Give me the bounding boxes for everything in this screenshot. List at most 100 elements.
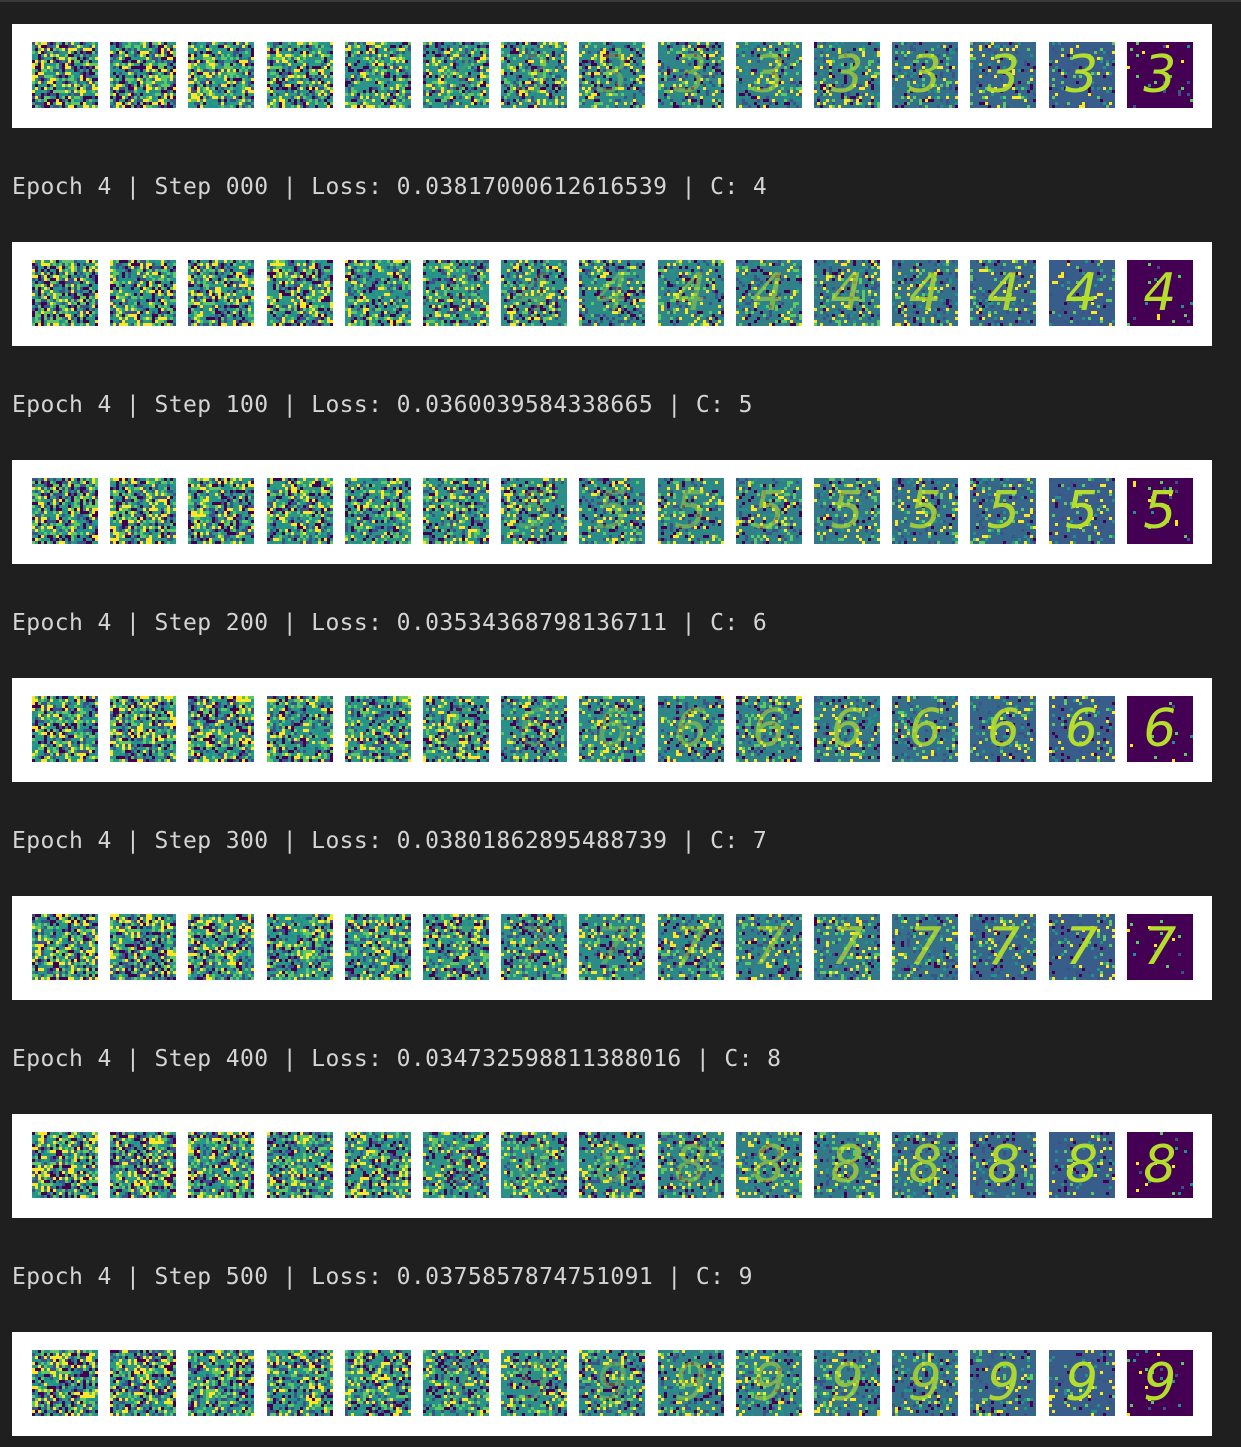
sample-frame: 7	[344, 914, 411, 980]
generated-digit: 3	[1049, 42, 1115, 108]
generated-digit: 4	[658, 260, 724, 326]
sample-frame: 9	[657, 1350, 724, 1416]
sample-frame: 6	[892, 696, 959, 762]
generated-digit: 6	[1049, 696, 1115, 762]
generated-digit: 7	[423, 914, 489, 980]
sample-frame: 9	[735, 1350, 802, 1416]
generated-digit: 6	[736, 696, 802, 762]
sample-frame: 6	[423, 696, 489, 762]
generated-digit: 3	[1127, 42, 1193, 108]
sample-frame: 6	[579, 696, 646, 762]
sample-frame: 8	[423, 1132, 489, 1198]
log-line-step-200: Epoch 4 | Step 200 | Loss: 0.03534368798…	[12, 608, 767, 638]
sample-frame: 5	[892, 478, 959, 544]
generated-digit: 3	[423, 42, 489, 108]
sample-frame: 4	[423, 260, 489, 326]
generated-digit: 5	[1049, 478, 1115, 544]
sample-frame: 3	[579, 42, 646, 108]
sample-frame: 4	[1126, 260, 1193, 326]
sample-strip-digit-8: 888888888888888	[12, 1114, 1212, 1218]
generated-digit: 9	[970, 1350, 1036, 1416]
sample-frame: 6	[1048, 696, 1115, 762]
generated-digit: 6	[814, 696, 880, 762]
sample-frame: 8	[110, 1132, 177, 1198]
sample-frame: 7	[735, 914, 802, 980]
sample-frame: 9	[579, 1350, 646, 1416]
sample-frame: 6	[814, 696, 880, 762]
generated-digit: 9	[736, 1350, 802, 1416]
generated-digit: 7	[501, 914, 567, 980]
sample-frame: 7	[188, 914, 255, 980]
generated-digit: 7	[1049, 914, 1115, 980]
generated-digit: 7	[1127, 914, 1193, 980]
sample-frame: 5	[579, 478, 646, 544]
generated-digit: 7	[736, 914, 802, 980]
generated-digit: 5	[892, 478, 958, 544]
generated-digit: 8	[579, 1132, 645, 1198]
sample-frame: 9	[266, 1350, 333, 1416]
sample-frame: 5	[344, 478, 411, 544]
generated-digit: 6	[423, 696, 489, 762]
sample-frame: 8	[970, 1132, 1037, 1198]
generated-digit: 9	[1049, 1350, 1115, 1416]
sample-frame: 6	[501, 696, 568, 762]
generated-digit: 6	[1127, 696, 1193, 762]
sample-frame: 3	[32, 42, 98, 108]
sample-frame: 9	[814, 1350, 880, 1416]
sample-frame: 6	[657, 696, 724, 762]
sample-frame: 4	[344, 260, 411, 326]
generated-digit: 9	[1127, 1350, 1193, 1416]
sample-frame: 7	[501, 914, 568, 980]
generated-digit: 3	[892, 42, 958, 108]
generated-digit: 4	[814, 260, 880, 326]
sample-frame: 4	[188, 260, 255, 326]
generated-digit: 3	[970, 42, 1036, 108]
sample-frame: 5	[970, 478, 1037, 544]
sample-frame: 7	[110, 914, 177, 980]
generated-digit: 5	[970, 478, 1036, 544]
log-line-step-100: Epoch 4 | Step 100 | Loss: 0.03600395843…	[12, 390, 753, 420]
generated-digit: 5	[501, 478, 567, 544]
sample-frame: 3	[188, 42, 255, 108]
generated-digit: 6	[658, 696, 724, 762]
sample-frame: 4	[266, 260, 333, 326]
generated-digit: 7	[579, 914, 645, 980]
sample-frame: 5	[1048, 478, 1115, 544]
generated-digit: 5	[814, 478, 880, 544]
generated-digit: 6	[579, 696, 645, 762]
generated-digit: 9	[501, 1350, 567, 1416]
sample-frame: 7	[970, 914, 1037, 980]
log-line-step-300: Epoch 4 | Step 300 | Loss: 0.03801862895…	[12, 826, 767, 856]
sample-frame: 8	[32, 1132, 98, 1198]
generated-digit: 3	[814, 42, 880, 108]
sample-frame: 4	[814, 260, 880, 326]
generated-digit: 4	[970, 260, 1036, 326]
generated-digit: 3	[658, 42, 724, 108]
generated-digit: 4	[1049, 260, 1115, 326]
generated-digit: 6	[892, 696, 958, 762]
sample-frame: 6	[110, 696, 177, 762]
generated-digit: 9	[423, 1350, 489, 1416]
sample-strip-digit-3: 333333333333333	[12, 24, 1212, 128]
sample-strip-digit-9: 999999999999999	[12, 1332, 1212, 1436]
sample-frame: 3	[266, 42, 333, 108]
sample-frame: 9	[110, 1350, 177, 1416]
generated-digit: 8	[1049, 1132, 1115, 1198]
generated-digit: 6	[970, 696, 1036, 762]
generated-digit: 8	[1127, 1132, 1193, 1198]
sample-frame: 7	[657, 914, 724, 980]
sample-frame: 6	[970, 696, 1037, 762]
sample-frame: 8	[188, 1132, 255, 1198]
top-divider	[0, 0, 1241, 2]
generated-digit: 5	[579, 478, 645, 544]
sample-frame: 8	[501, 1132, 568, 1198]
sample-frame: 8	[579, 1132, 646, 1198]
sample-frame: 9	[970, 1350, 1037, 1416]
generated-digit: 4	[579, 260, 645, 326]
sample-frame: 6	[32, 696, 98, 762]
sample-frame: 8	[344, 1132, 411, 1198]
generated-digit: 4	[892, 260, 958, 326]
sample-frame: 4	[1048, 260, 1115, 326]
generated-digit: 9	[579, 1350, 645, 1416]
generated-digit: 7	[892, 914, 958, 980]
